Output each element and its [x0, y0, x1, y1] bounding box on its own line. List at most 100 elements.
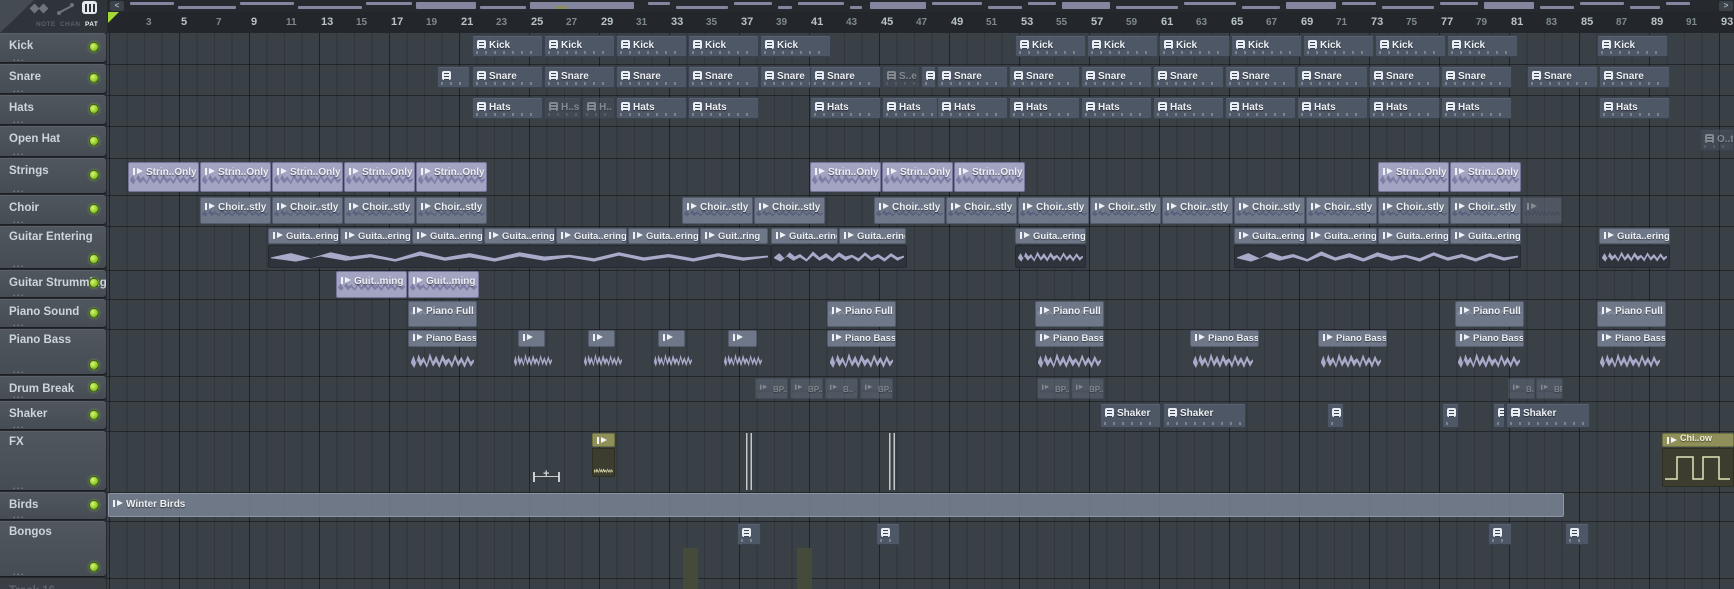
strings-audio-clip[interactable]: Strin..Only: [128, 162, 199, 192]
strings-audio-clip[interactable]: Strin..Only: [1378, 162, 1449, 192]
snare-pattern-clip[interactable]: Snare: [1009, 66, 1080, 88]
snare-pattern-clip[interactable]: Snare: [616, 66, 687, 88]
guitar-entering-audio-clip-title[interactable]: Guita..ering: [412, 228, 483, 244]
kick-pattern-clip[interactable]: Kick: [1159, 35, 1230, 57]
piano-bass-waveform[interactable]: [724, 349, 762, 371]
piano-bass-audio-clip-title[interactable]: Piano Bass: [1190, 330, 1259, 347]
hats-pattern-clip[interactable]: Hats: [1225, 97, 1296, 119]
guitar-entering-audio-clip-title[interactable]: Guita..ering: [1015, 228, 1086, 244]
track-mute-led[interactable]: [89, 254, 99, 264]
kick-pattern-clip[interactable]: Kick: [1087, 35, 1158, 57]
bongos-pattern-clip[interactable]: [737, 523, 761, 545]
piano-sound-audio-clip[interactable]: Piano Full: [1455, 301, 1524, 327]
bongos-pattern-clip[interactable]: [876, 523, 900, 545]
guitar-entering-audio-clip-title[interactable]: Guita..ering: [628, 228, 699, 244]
guitar-entering-audio-clip-title[interactable]: Guita..ering: [556, 228, 627, 244]
strings-audio-clip[interactable]: Strin..Only: [810, 162, 881, 192]
shaker-pattern-clip[interactable]: [1493, 403, 1505, 428]
track-mute-led[interactable]: [89, 476, 99, 486]
guitar-entering-waveform-band[interactable]: [268, 245, 771, 268]
guitar-entering-audio-clip-title[interactable]: Guita..ering: [839, 228, 906, 244]
guitar-entering-waveform-band[interactable]: [1599, 245, 1670, 268]
choir-audio-clip[interactable]: Choir..stly: [416, 197, 487, 224]
track-mute-led[interactable]: [89, 410, 99, 420]
hats-pattern-clip[interactable]: Hats: [1081, 97, 1152, 119]
strings-audio-clip[interactable]: Strin..Only: [200, 162, 271, 192]
piano-bass-audio-clip-title[interactable]: Piano Bass: [1597, 330, 1666, 347]
piano-bass-waveform[interactable]: [1458, 348, 1520, 373]
open-hat-pattern-clip[interactable]: O..t: [1700, 129, 1734, 151]
snare-pattern-clip[interactable]: Snare: [1297, 66, 1368, 88]
hats-pattern-clip[interactable]: H..: [582, 97, 615, 119]
piano-sound-audio-clip[interactable]: Piano Full: [827, 301, 896, 327]
track-header-snare[interactable]: Snare...: [0, 64, 106, 93]
playlist-grid[interactable]: KickKickKickKickKickKickKickKickKickKick…: [107, 33, 1734, 589]
track-header-drum-break[interactable]: Drum Break...: [0, 376, 106, 399]
piano-sound-audio-clip[interactable]: Piano Full: [408, 301, 477, 327]
clip-stub-1[interactable]: [683, 548, 698, 589]
snare-pattern-clip[interactable]: Snare: [688, 66, 759, 88]
choir-audio-clip[interactable]: Choir..stly: [1234, 197, 1305, 224]
piano-bass-waveform[interactable]: [1600, 348, 1660, 373]
track-mute-led[interactable]: [89, 562, 99, 572]
track-header-piano-bass[interactable]: Piano Bass...: [0, 329, 106, 374]
drum-break-audio-clip[interactable]: BP..: [1536, 378, 1563, 399]
track-header-birds[interactable]: Birds...: [0, 492, 106, 519]
piano-bass-audio-clip-title[interactable]: Piano Bass: [408, 330, 477, 347]
guitar-strumming-audio-clip[interactable]: Guit..ming: [336, 271, 407, 298]
choir-audio-clip[interactable]: [1522, 197, 1562, 224]
track-mute-led[interactable]: [89, 500, 99, 510]
hats-pattern-clip[interactable]: Hats: [472, 97, 543, 119]
drum-break-audio-clip[interactable]: BP..: [860, 378, 893, 399]
snare-pattern-clip[interactable]: Snare: [1153, 66, 1224, 88]
strings-audio-clip[interactable]: Strin..Only: [1450, 162, 1521, 192]
note-mode-icon[interactable]: [30, 2, 50, 15]
track-header-shaker[interactable]: Shaker...: [0, 401, 106, 429]
fx-automation-handle[interactable]: [533, 472, 560, 482]
snare-pattern-clip[interactable]: Snare: [1441, 66, 1512, 88]
track-mute-led[interactable]: [89, 136, 99, 146]
drum-break-audio-clip[interactable]: B..: [1508, 378, 1535, 399]
piano-bass-audio-clip-title[interactable]: [518, 330, 545, 347]
choir-audio-clip[interactable]: Choir..stly: [272, 197, 343, 224]
piano-bass-audio-clip-title[interactable]: [728, 330, 757, 347]
bongos-pattern-clip[interactable]: [1488, 523, 1512, 545]
piano-bass-audio-clip-title[interactable]: Piano Bass: [1455, 330, 1524, 347]
drum-break-audio-clip[interactable]: BP..: [755, 378, 788, 399]
track-header-piano-sound[interactable]: Piano Sound...: [0, 299, 106, 327]
snare-pattern-clip[interactable]: Snare: [1225, 66, 1296, 88]
shaker-pattern-clip[interactable]: Shaker: [1100, 403, 1161, 428]
kick-pattern-clip[interactable]: Kick: [544, 35, 615, 57]
snare-pattern-clip[interactable]: Snare: [810, 66, 881, 88]
hats-pattern-clip[interactable]: Hats: [616, 97, 687, 119]
snare-pattern-clip[interactable]: S..e: [882, 66, 920, 88]
strings-audio-clip[interactable]: Strin..Only: [272, 162, 343, 192]
track-mute-led[interactable]: [89, 104, 99, 114]
choir-audio-clip[interactable]: Choir..stly: [754, 197, 825, 224]
guitar-entering-audio-clip-title[interactable]: Guita..ering: [484, 228, 555, 244]
shaker-pattern-clip[interactable]: [1327, 403, 1344, 428]
piano-bass-audio-clip-title[interactable]: [658, 330, 685, 347]
kick-pattern-clip[interactable]: Kick: [1303, 35, 1374, 57]
drum-break-audio-clip[interactable]: B..: [825, 378, 858, 399]
snare-pattern-clip[interactable]: Snare: [1599, 66, 1670, 88]
timeline-ruler[interactable]: 3579111315171921232527293133353739414345…: [107, 12, 1734, 34]
track-mute-led[interactable]: [89, 170, 99, 180]
guitar-entering-audio-clip-title[interactable]: Guit..ring: [700, 228, 768, 244]
kick-pattern-clip[interactable]: Kick: [1597, 35, 1668, 57]
choir-audio-clip[interactable]: Choir..stly: [200, 197, 271, 224]
choir-audio-clip[interactable]: Choir..stly: [1378, 197, 1449, 224]
snare-pattern-clip[interactable]: Snare: [937, 66, 1008, 88]
guitar-entering-audio-clip-title[interactable]: Guita..ering: [1599, 228, 1670, 244]
guitar-entering-audio-clip-title[interactable]: Guita..ering: [1450, 228, 1521, 244]
choir-audio-clip[interactable]: Choir..stly: [1018, 197, 1089, 224]
choir-audio-clip[interactable]: Choir..stly: [1450, 197, 1521, 224]
piano-bass-waveform[interactable]: [1321, 348, 1381, 373]
guitar-entering-audio-clip-title[interactable]: Guita..ering: [340, 228, 411, 244]
track-header-hats[interactable]: Hats...: [0, 95, 106, 124]
kick-pattern-clip[interactable]: Kick: [760, 35, 831, 57]
track-mute-led[interactable]: [89, 382, 99, 392]
track-header-guitar-entering[interactable]: Guitar Entering...: [0, 226, 106, 268]
hats-pattern-clip[interactable]: Hats: [937, 97, 1008, 119]
strings-audio-clip[interactable]: Strin..Only: [344, 162, 415, 192]
